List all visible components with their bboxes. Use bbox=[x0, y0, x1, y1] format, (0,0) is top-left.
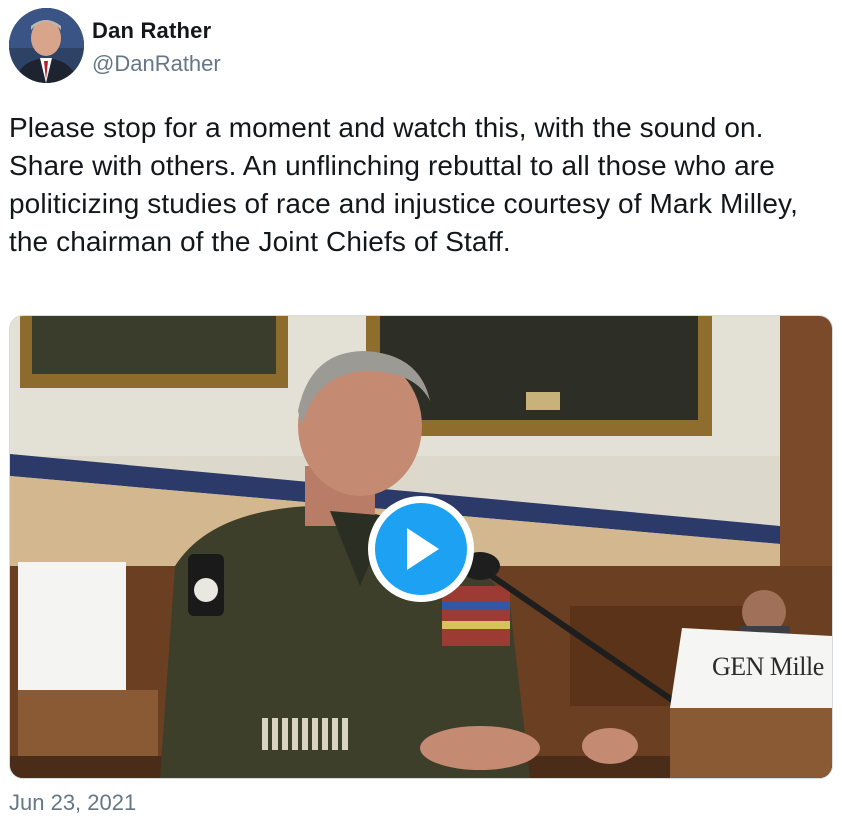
tweet-timestamp[interactable]: Jun 23, 2021 bbox=[9, 790, 136, 816]
tweet-text: Please stop for a moment and watch this,… bbox=[9, 112, 798, 257]
video-player[interactable] bbox=[9, 315, 833, 779]
author-avatar[interactable] bbox=[9, 8, 84, 83]
tweet-card: Dan Rather @DanRather Please stop for a … bbox=[0, 0, 842, 832]
play-icon bbox=[375, 503, 467, 595]
video-placard-text: GEN Mille bbox=[712, 652, 824, 681]
play-button[interactable] bbox=[368, 496, 474, 602]
author-display-name[interactable]: Dan Rather bbox=[92, 18, 211, 44]
author-handle[interactable]: @DanRather bbox=[92, 51, 221, 77]
